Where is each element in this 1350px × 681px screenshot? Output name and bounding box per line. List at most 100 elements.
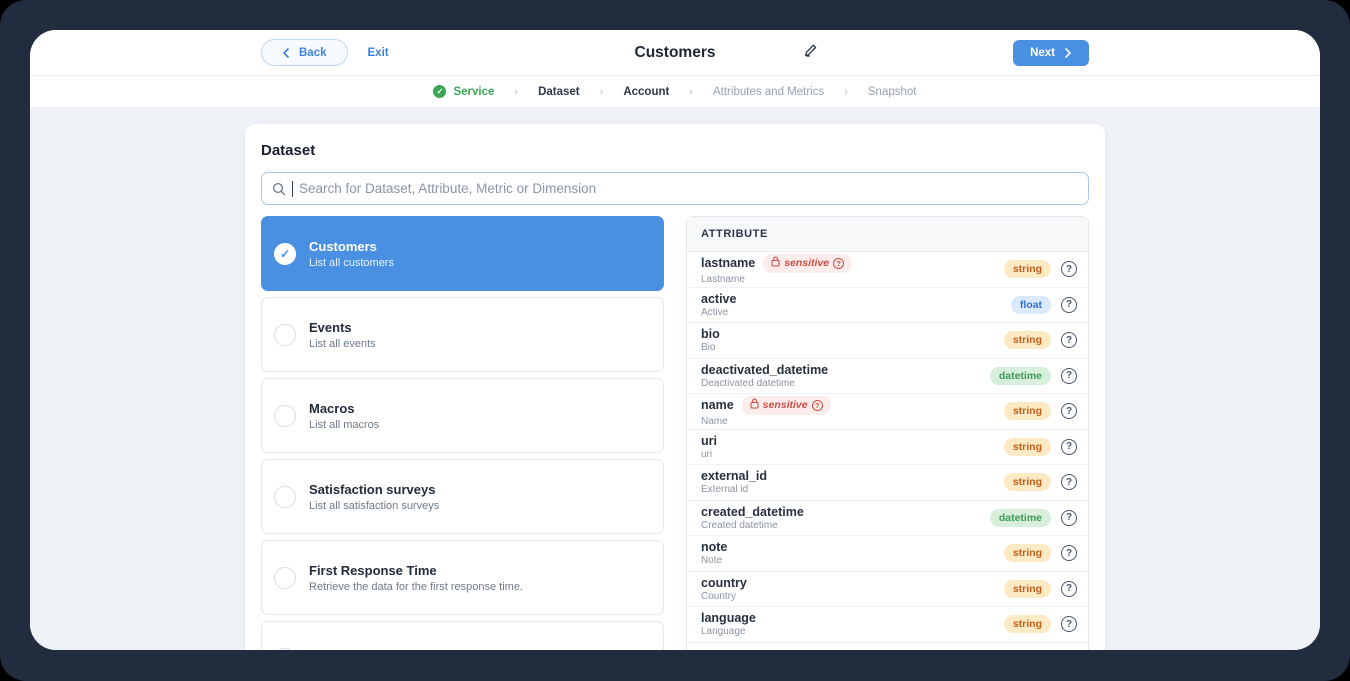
attribute-name: name [701, 398, 734, 412]
breadcrumb-item-account[interactable]: Account [623, 86, 669, 98]
help-icon[interactable]: ? [1061, 368, 1077, 384]
help-icon[interactable]: ? [1061, 581, 1077, 597]
dataset-card-text: Macros List all macros [309, 401, 379, 431]
help-icon[interactable]: ? [1061, 439, 1077, 455]
dataset-card-title: Satisfaction surveys [309, 482, 439, 497]
attribute-name: bio [701, 327, 720, 341]
attribute-label: External id [701, 484, 1004, 495]
attribute-name-line: active [701, 292, 1011, 306]
dataset-card-description: List all macros [309, 419, 379, 431]
dataset-card-description: List all satisfaction surveys [309, 500, 439, 512]
type-badge-string: string [1004, 402, 1051, 420]
type-badge-string: string [1004, 331, 1051, 349]
type-badge-string: string [1004, 544, 1051, 562]
dataset-card-first-response-time[interactable]: First Response Time Retrieve the data for… [261, 540, 664, 615]
exit-link[interactable]: Exit [368, 47, 389, 59]
help-icon[interactable]: ? [1061, 616, 1077, 632]
search-icon [272, 182, 286, 196]
dataset-card-title: Macros [309, 401, 379, 416]
attribute-table-header: ATTRIBUTE [687, 217, 1088, 252]
back-button-label: Back [299, 47, 327, 59]
check-icon: ✓ [433, 85, 446, 98]
radio-circle-icon [274, 486, 296, 508]
dataset-card-events[interactable]: Events List all events [261, 297, 664, 372]
breadcrumb-item-attributes-and-metrics[interactable]: Attributes and Metrics [713, 86, 824, 98]
attribute-name-line: bio [701, 327, 1004, 341]
attribute-name-line: name sensitive? [701, 396, 1004, 415]
sensitive-help-icon: ? [833, 258, 844, 269]
dataset-card-title: First Response Time [309, 563, 523, 578]
dataset-card-description: Retrieve the data for the first response… [309, 581, 523, 593]
sensitive-help-icon: ? [812, 400, 823, 411]
dataset-card-text: First Response Time Retrieve the data for… [309, 563, 523, 593]
dataset-card-text: Satisfaction surveys List all satisfactio… [309, 482, 439, 512]
help-icon[interactable]: ? [1061, 332, 1077, 348]
breadcrumb-item-dataset[interactable]: Dataset [538, 86, 580, 98]
dataset-card-satisfaction-surveys[interactable]: Satisfaction surveys List all satisfactio… [261, 459, 664, 534]
dataset-card-text: Events List all events [309, 320, 376, 350]
attribute-label: Deactivated datetime [701, 378, 990, 389]
help-icon[interactable]: ? [1061, 474, 1077, 490]
search-box[interactable] [261, 172, 1089, 205]
top-bar: Back Exit Customers Next [30, 30, 1320, 76]
content-columns: ✓CustomersList all customers Events List a… [261, 216, 1089, 650]
attribute-row-uri: uriuristring? [687, 430, 1088, 466]
attribute-name: created_datetime [701, 505, 804, 519]
attribute-rows: lastnamesensitive?Lastnamestring?activeA… [687, 252, 1088, 650]
dataset-card-latest-satisfaction-surveys[interactable]: Latest Satisfaction Surveys [261, 621, 664, 650]
help-icon[interactable]: ? [1061, 261, 1077, 277]
attribute-name-line: uri [701, 434, 1004, 448]
attribute-row-timezone: timezonestring? [687, 643, 1088, 651]
attribute-row-country: countryCountrystring? [687, 572, 1088, 608]
dataset-card-description: List all customers [309, 257, 394, 269]
attribute-row-active: activeActivefloat? [687, 288, 1088, 324]
attribute-name-line: language [701, 611, 1004, 625]
breadcrumb-item-snapshot[interactable]: Snapshot [868, 86, 917, 98]
help-icon[interactable]: ? [1061, 510, 1077, 526]
next-button-label: Next [1030, 47, 1055, 59]
help-icon[interactable]: ? [1061, 545, 1077, 561]
attribute-info: lastnamesensitive?Lastname [701, 254, 1004, 285]
attribute-name: deactivated_datetime [701, 363, 828, 377]
help-icon[interactable]: ? [1061, 403, 1077, 419]
dataset-card-description: List all events [309, 338, 376, 350]
back-button[interactable]: Back [261, 39, 348, 66]
breadcrumb-item-service[interactable]: ✓Service [433, 85, 494, 98]
dataset-card-title: Events [309, 320, 376, 335]
attribute-info: activeActive [701, 292, 1011, 318]
attribute-name: active [701, 292, 736, 306]
app-window: Back Exit Customers Next ✓Service›Datase… [30, 30, 1320, 650]
attribute-label: Active [701, 307, 1011, 318]
page-title: Customers [30, 30, 1320, 76]
sensitive-label: sensitive [763, 399, 808, 411]
attribute-label: Language [701, 626, 1004, 637]
attribute-info: languageLanguage [701, 611, 1004, 637]
pencil-icon [803, 43, 818, 58]
attribute-row-created-datetime: created_datetimeCreated datetimedatetime… [687, 501, 1088, 537]
text-caret [292, 181, 293, 197]
edit-title-button[interactable] [803, 43, 818, 63]
dataset-card-macros[interactable]: Macros List all macros [261, 378, 664, 453]
attribute-info: created_datetimeCreated datetime [701, 505, 990, 531]
attribute-row-language: languageLanguagestring? [687, 607, 1088, 643]
lock-icon [750, 398, 759, 412]
radio-circle-icon [274, 567, 296, 589]
dataset-card-text: CustomersList all customers [309, 239, 394, 269]
attribute-row-lastname: lastnamesensitive?Lastnamestring? [687, 252, 1088, 288]
next-button[interactable]: Next [1013, 40, 1089, 66]
attribute-row-name: namesensitive?Namestring? [687, 394, 1088, 430]
attribute-name-line: country [701, 576, 1004, 590]
type-badge-string: string [1004, 438, 1051, 456]
attribute-info: deactivated_datetimeDeactivated datetime [701, 363, 990, 389]
attribute-name-line: lastnamesensitive? [701, 254, 1004, 273]
lock-icon [771, 256, 780, 270]
attribute-label: Country [701, 591, 1004, 602]
dataset-card-customers[interactable]: ✓CustomersList all customers [261, 216, 664, 291]
search-input[interactable] [299, 181, 1078, 196]
help-icon[interactable]: ? [1061, 297, 1077, 313]
main-area: Dataset ✓CustomersList all customersEven… [30, 108, 1320, 650]
chevron-left-icon [282, 48, 290, 58]
attribute-name-line: deactivated_datetime [701, 363, 990, 377]
dataset-list: ✓CustomersList all customers Events List a… [261, 216, 664, 650]
chevron-right-icon [1064, 48, 1072, 58]
